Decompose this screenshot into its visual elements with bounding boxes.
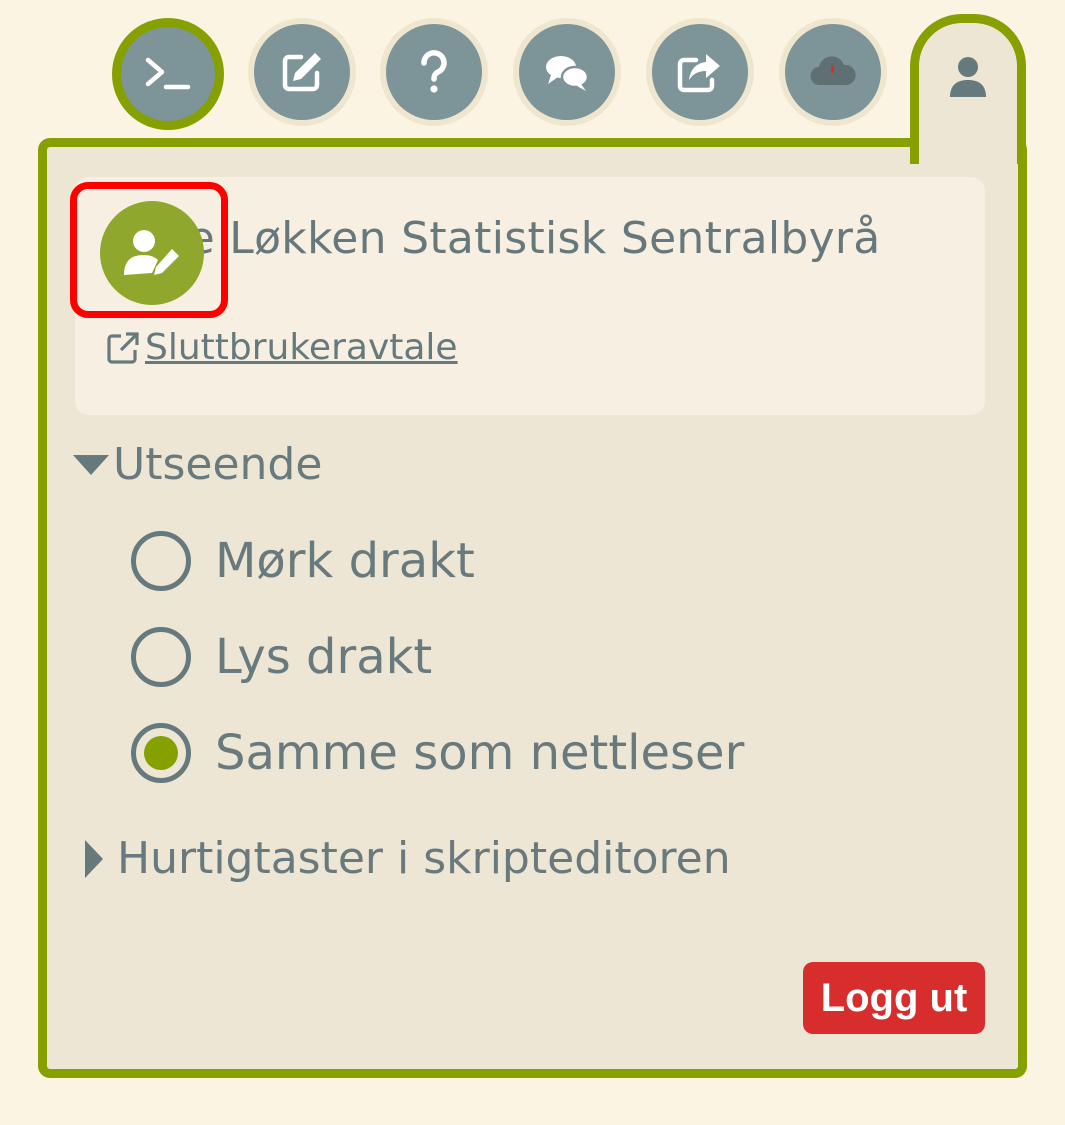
radio-dark-theme[interactable] [131, 531, 191, 591]
cloud-icon [810, 56, 856, 86]
radio-browser-theme[interactable] [131, 723, 191, 783]
shortcuts-title: Hurtigtaster i skripteditoren [117, 833, 731, 884]
radio-option-browser[interactable]: Samme som nettleser [131, 723, 744, 783]
appearance-title: Utseende [113, 439, 323, 490]
user-edit-icon [124, 230, 179, 275]
agreement-link[interactable]: Sluttbrukeravtale [105, 327, 458, 368]
radio-label-dark: Mørk drakt [215, 533, 475, 589]
share-icon [677, 54, 720, 93]
terminal-button[interactable] [112, 18, 224, 130]
edit-icon [282, 53, 321, 92]
help-button[interactable] [386, 24, 482, 120]
terminal-icon [145, 57, 191, 90]
caret-right-icon [85, 839, 103, 878]
agreement-link-label: Sluttbrukeravtale [145, 327, 458, 368]
edit-button[interactable] [254, 24, 350, 120]
radio-selected-dot [144, 736, 178, 770]
user-avatar-button[interactable] [100, 201, 204, 305]
appearance-section-toggle[interactable]: Utseende [73, 439, 322, 490]
external-link-icon [107, 331, 139, 364]
radio-option-dark[interactable]: Mørk drakt [131, 531, 475, 591]
radio-label-light: Lys drakt [215, 629, 433, 685]
cloud-button[interactable] [785, 24, 881, 120]
shortcuts-section-toggle[interactable]: Hurtigtaster i skripteditoren [75, 833, 731, 884]
chat-bubbles-icon [546, 56, 590, 91]
user-icon [950, 57, 986, 97]
share-button[interactable] [652, 24, 748, 120]
logout-button[interactable]: Logg ut [803, 962, 985, 1034]
user-name: Lene Løkken Statistisk Sentralbyrå [108, 213, 881, 264]
radio-label-browser: Samme som nettleser [215, 725, 745, 781]
chat-button[interactable] [519, 24, 615, 120]
radio-option-light[interactable]: Lys drakt [131, 627, 432, 687]
caret-down-icon [73, 454, 109, 475]
user-panel: Lene Løkken Statistisk Sentralbyrå Slutt… [38, 138, 1027, 1078]
user-tab[interactable] [910, 14, 1026, 164]
user-card: Lene Løkken Statistisk Sentralbyrå Slutt… [70, 177, 985, 415]
question-icon [421, 50, 447, 93]
radio-light-theme[interactable] [131, 627, 191, 687]
